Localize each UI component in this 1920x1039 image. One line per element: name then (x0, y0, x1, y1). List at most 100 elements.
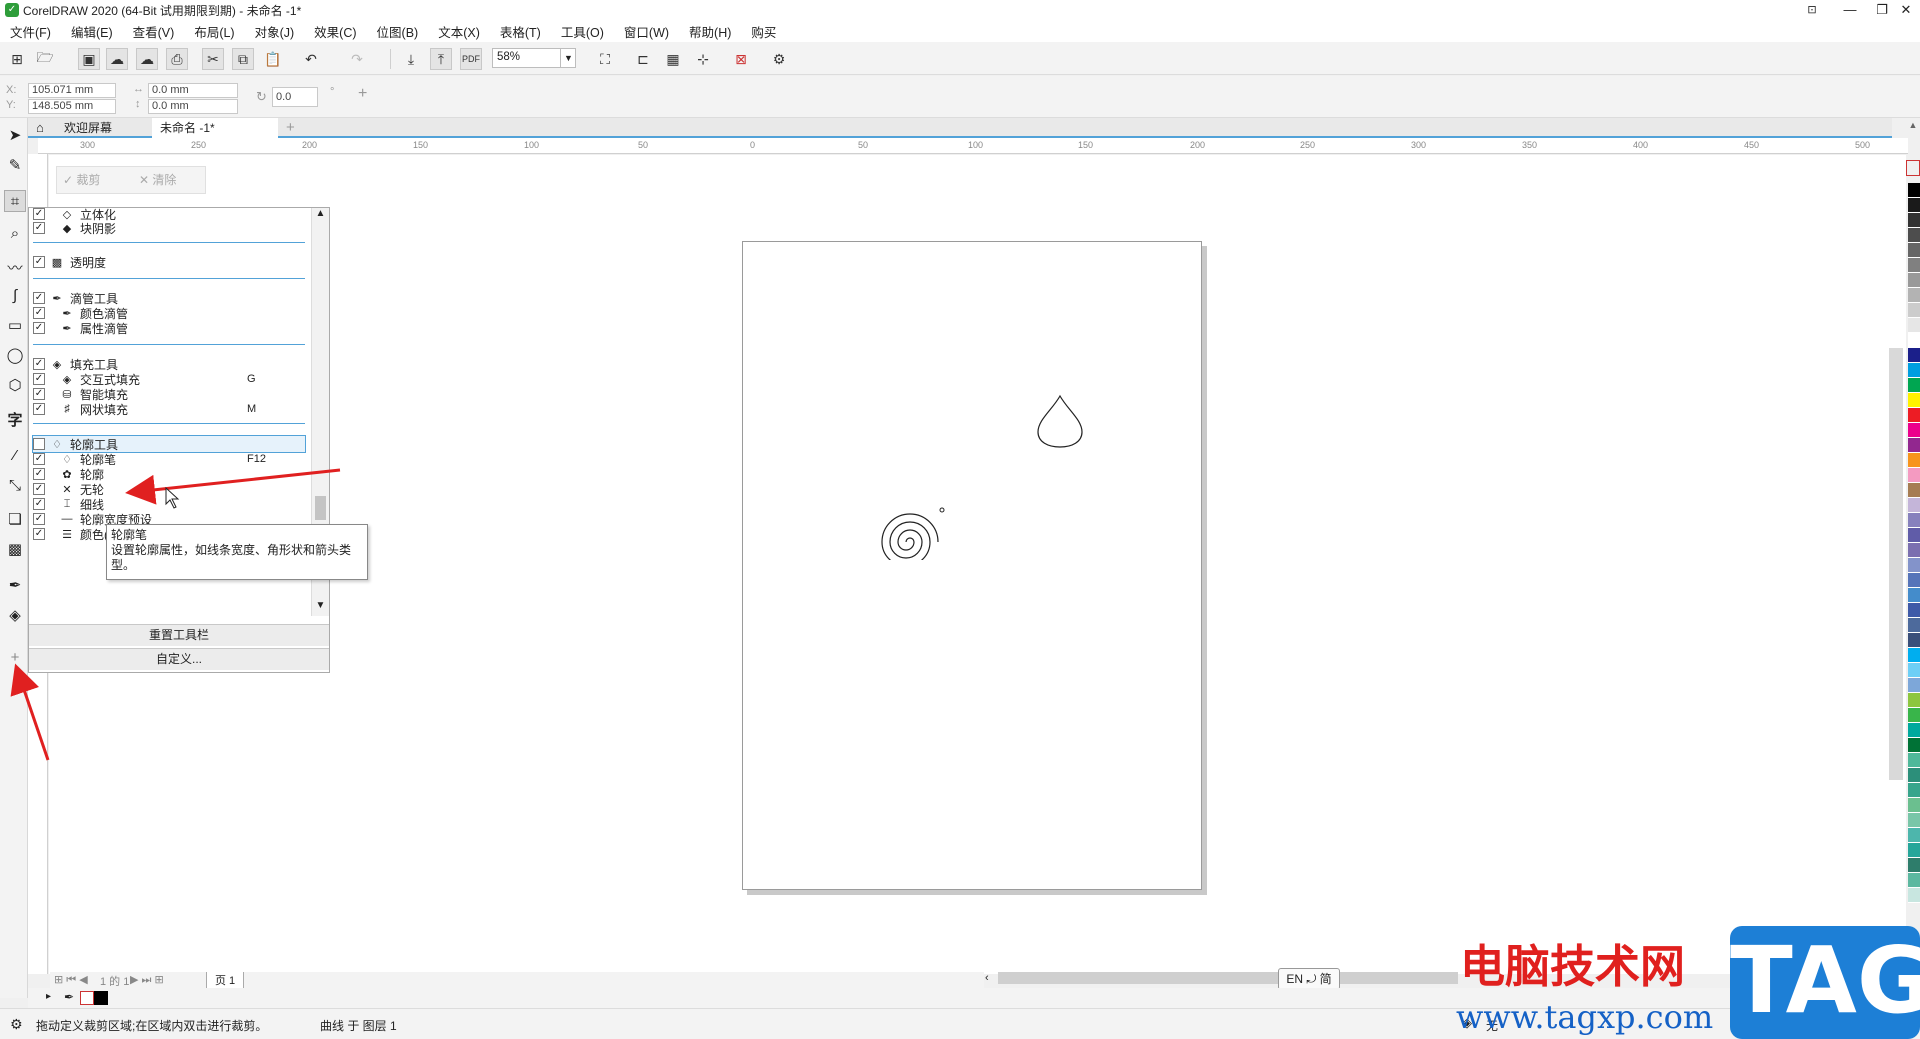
save-icon[interactable]: ▣ (78, 48, 100, 70)
pick-tool-icon[interactable]: ➤ (4, 124, 26, 146)
palette-swatch[interactable] (1908, 273, 1920, 288)
redo-icon[interactable]: ↷ (346, 48, 368, 70)
drop-shadow-icon[interactable]: ❏ (4, 508, 26, 530)
palette-swatch[interactable] (1908, 303, 1920, 318)
spiral-shape[interactable] (881, 513, 939, 560)
parallel-dimension-icon[interactable]: ⁄ (4, 444, 26, 466)
add-tab-icon[interactable]: + (278, 118, 298, 138)
print-icon[interactable]: ⎙ (166, 48, 188, 70)
show-rulers-icon[interactable]: ⊏ (632, 48, 654, 70)
launch-icon[interactable]: ⊠ (730, 48, 752, 70)
page-nav-first-icon[interactable]: ⊞ ⏮ ◀ (54, 973, 88, 987)
black-swatch[interactable] (94, 991, 108, 1005)
language-indicator[interactable]: EN ⤾ 简 (1278, 968, 1340, 990)
panel-row-checkbox[interactable]: ✓ (33, 307, 45, 319)
scroll-up-icon[interactable]: ▲ (312, 208, 329, 219)
interactive-fill-tool-icon[interactable]: ◈ (4, 604, 26, 626)
shape-tool-icon[interactable]: ✎ (4, 154, 26, 176)
palette-swatch[interactable] (1908, 618, 1920, 633)
menu-bitmaps[interactable]: 位图(B) (377, 22, 419, 41)
connector-tool-icon[interactable]: ⤡ (4, 474, 26, 496)
pdf-export-icon[interactable]: PDF (460, 48, 482, 70)
zoom-dropdown-chevron-icon[interactable]: ▼ (560, 48, 576, 68)
snap-to-icon[interactable]: ⊹ (692, 48, 714, 70)
y-position-field[interactable]: 148.505 mm (28, 99, 116, 114)
home-icon[interactable]: ⌂ (28, 118, 48, 138)
menu-layout[interactable]: 布局(L) (194, 22, 234, 41)
zoom-tool-icon[interactable]: ⌕ (4, 222, 26, 244)
panel-row-checkbox[interactable]: ✓ (33, 453, 45, 465)
palette-swatch[interactable] (1908, 393, 1920, 408)
palette-swatch[interactable] (1908, 813, 1920, 828)
height-field[interactable]: 0.0 mm (148, 99, 238, 114)
open-folder-icon[interactable]: 🗁 (34, 48, 56, 70)
palette-swatch[interactable] (1908, 543, 1920, 558)
palette-scroll-up-icon[interactable]: ▲ (1906, 120, 1920, 130)
menu-text[interactable]: 文本(X) (438, 22, 480, 41)
polygon-tool-icon[interactable]: ⬡ (4, 374, 26, 396)
angle-field[interactable]: 0.0 (272, 87, 318, 107)
panel-row-checkbox[interactable]: ✓ (33, 528, 45, 540)
panel-row-transparency[interactable]: ✓ ▩ 透明度 (33, 254, 106, 270)
palette-swatch[interactable] (1908, 348, 1920, 363)
panel-row-checkbox[interactable]: ✓ (33, 388, 45, 400)
transparency-tool-icon[interactable]: ▩ (4, 538, 26, 560)
palette-swatch[interactable] (1908, 708, 1920, 723)
palette-swatch[interactable] (1908, 633, 1920, 648)
menu-table[interactable]: 表格(T) (500, 22, 541, 41)
palette-swatch[interactable] (1908, 798, 1920, 813)
crop-tool-icon[interactable]: ⌗ (4, 190, 26, 212)
menu-window[interactable]: 窗口(W) (624, 22, 669, 41)
palette-swatch[interactable] (1908, 573, 1920, 588)
crop-clear-button[interactable]: ✕ 清除 (139, 171, 176, 188)
new-document-icon[interactable]: ⊞ (6, 48, 28, 70)
freehand-tool-icon[interactable]: 〰 (4, 256, 26, 278)
palette-swatch[interactable] (1908, 183, 1920, 198)
palette-expand-icon[interactable]: ▸ (46, 991, 51, 1002)
palette-swatch[interactable] (1908, 498, 1920, 513)
crop-apply-button[interactable]: ✓ 裁剪 (63, 171, 100, 188)
none-swatch[interactable] (80, 991, 94, 1005)
scroll-thumb[interactable] (315, 496, 326, 520)
menu-file[interactable]: 文件(F) (10, 22, 51, 41)
color-palette[interactable] (1908, 183, 1920, 923)
palette-swatch[interactable] (1908, 378, 1920, 393)
import-icon[interactable]: ⤓ (400, 48, 422, 70)
panel-row-checkbox[interactable]: ✓ (33, 498, 45, 510)
minimize-button[interactable]: — (1834, 0, 1866, 20)
menu-object[interactable]: 对象(J) (255, 22, 295, 41)
menu-help[interactable]: 帮助(H) (689, 22, 731, 41)
add-preset-icon[interactable]: + (358, 85, 367, 103)
palette-eyedropper-icon[interactable]: ✒ (64, 990, 74, 1004)
text-tool-icon[interactable]: 字 (4, 408, 26, 430)
menu-buy[interactable]: 购买 (751, 22, 776, 41)
palette-swatch[interactable] (1908, 663, 1920, 678)
palette-swatch[interactable] (1908, 513, 1920, 528)
cloud-download-icon[interactable]: ☁ (136, 48, 158, 70)
scroll-down-icon[interactable]: ▼ (312, 600, 329, 611)
palette-swatch[interactable] (1908, 408, 1920, 423)
horizontal-scrollbar[interactable] (998, 972, 1458, 984)
menu-effects[interactable]: 效果(C) (314, 22, 356, 41)
palette-swatch[interactable] (1908, 843, 1920, 858)
palette-swatch[interactable] (1908, 363, 1920, 378)
palette-swatch[interactable] (1908, 858, 1920, 873)
palette-swatch[interactable] (1908, 468, 1920, 483)
palette-swatch[interactable] (1908, 648, 1920, 663)
spiral-end-node[interactable] (939, 507, 945, 513)
panel-row-checkbox[interactable]: ✓ (33, 468, 45, 480)
status-settings-gear-icon[interactable]: ⚙ (10, 1016, 23, 1033)
palette-swatch[interactable] (1908, 213, 1920, 228)
panel-row-attributes-eyedropper[interactable]: ✓ ✒ 属性滴管 (33, 320, 128, 336)
palette-swatch[interactable] (1908, 423, 1920, 438)
horizontal-ruler[interactable]: 300 250 200 150 100 50 0 50 100 150 200 … (38, 138, 1908, 154)
palette-swatch[interactable] (1908, 438, 1920, 453)
panel-row-checkbox[interactable]: ✓ (33, 292, 45, 304)
menu-tools[interactable]: 工具(O) (561, 22, 604, 41)
palette-swatch[interactable] (1908, 693, 1920, 708)
export-icon[interactable]: ⤒ (430, 48, 452, 70)
panel-row-mesh-fill[interactable]: ✓ ♯ 网状填充 M (33, 401, 256, 417)
palette-swatch[interactable] (1908, 768, 1920, 783)
close-button[interactable]: ✕ (1890, 0, 1920, 20)
cloud-upload-icon[interactable]: ☁ (106, 48, 128, 70)
